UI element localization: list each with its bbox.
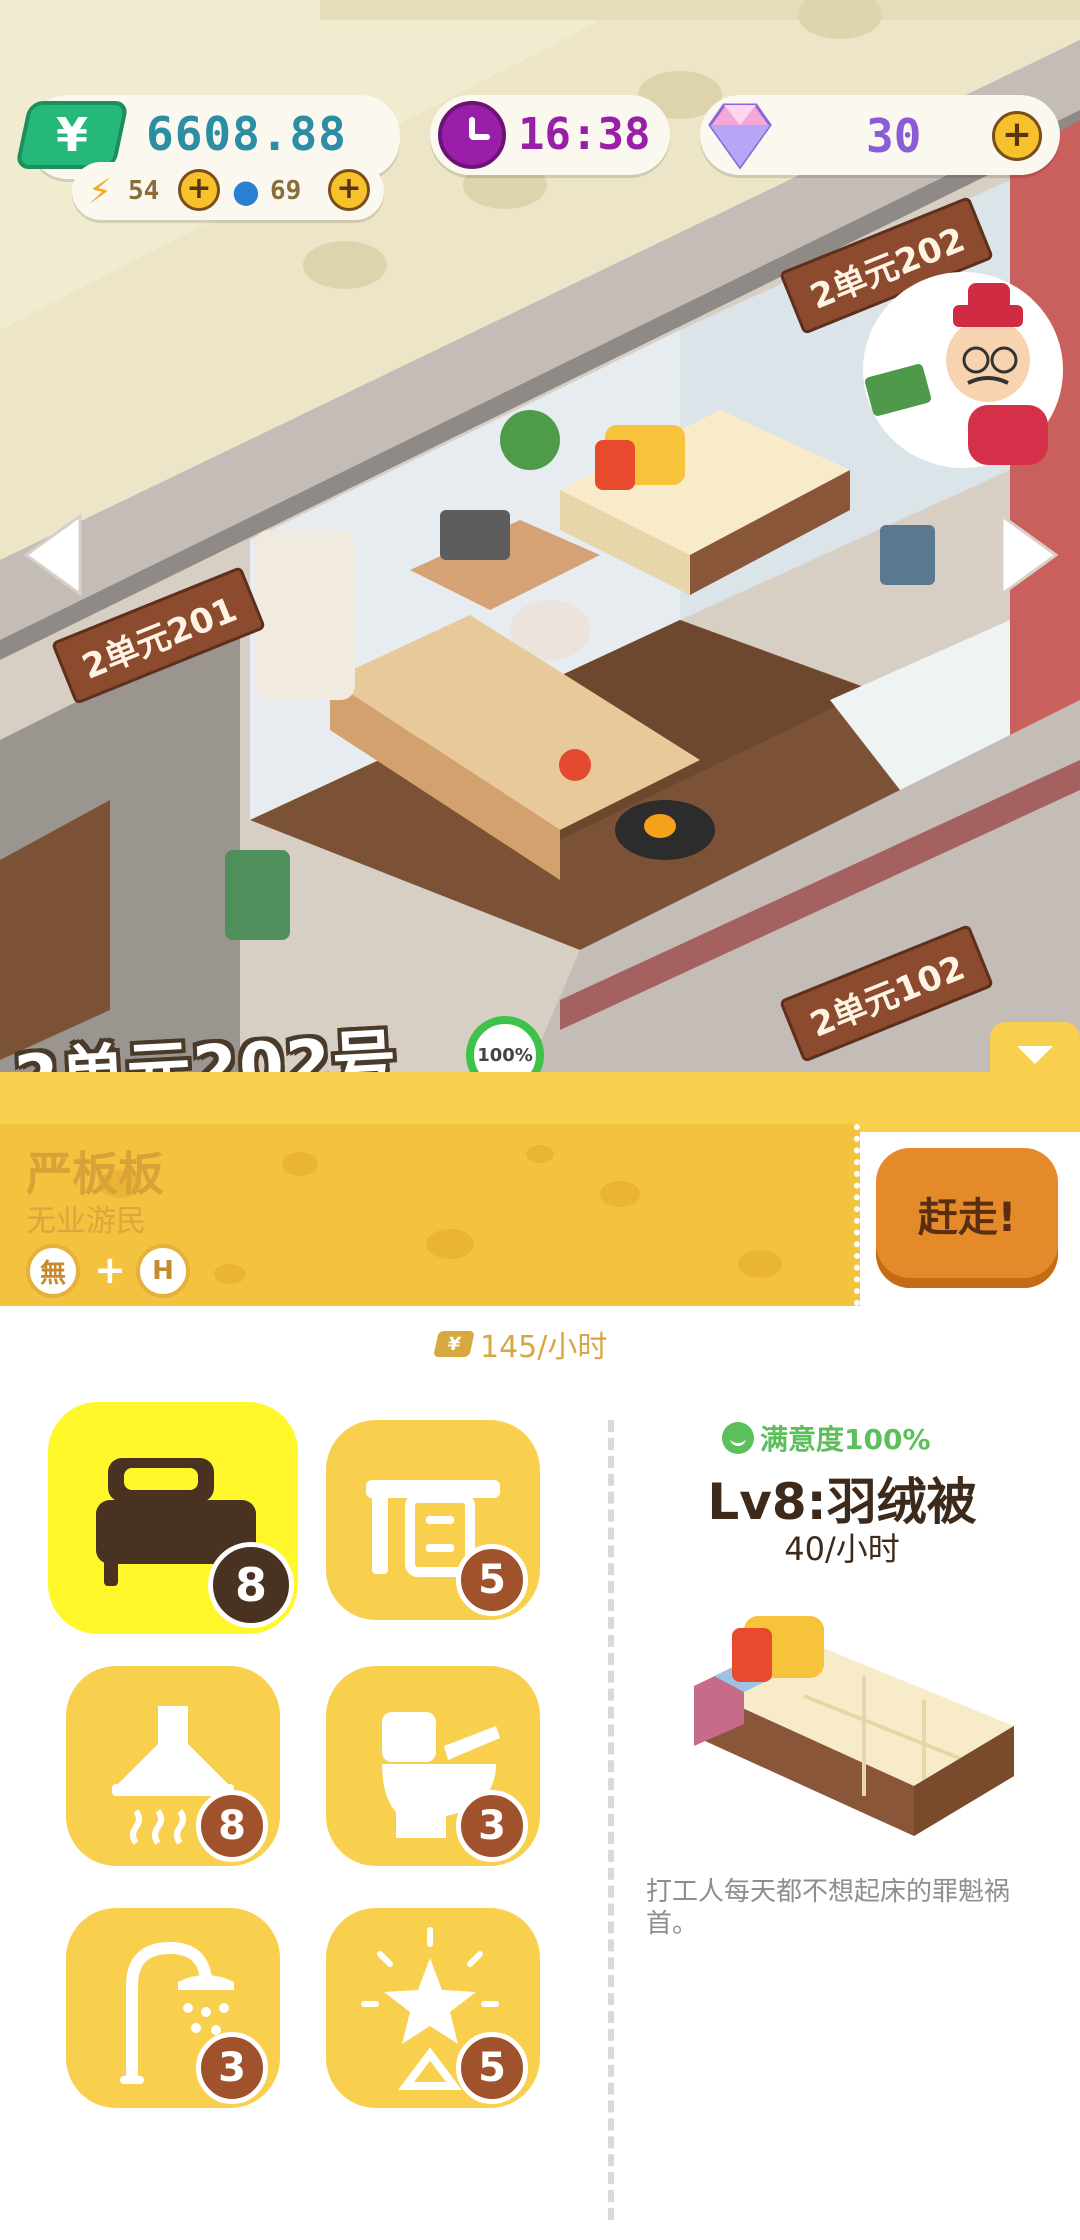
gem-display: 30 + (700, 95, 1060, 175)
water-drop-icon: ● (232, 172, 260, 210)
category-desk[interactable]: 5 (326, 1420, 540, 1620)
item-preview-image (694, 1616, 1014, 1836)
game-scene[interactable]: ¥ 6608.88 ⚡ 54 + ● 69 + 16:38 30 + 2单元20… (0, 0, 1080, 1090)
category-count: 8 (196, 1790, 268, 1862)
clock-display: 16:38 (430, 95, 670, 175)
collapse-panel-button[interactable] (990, 1022, 1080, 1092)
tenant-income: ¥ 145/小时 (433, 1322, 608, 1366)
trait-badge-h[interactable]: H (136, 1244, 190, 1298)
category-range-hood[interactable]: 8 (66, 1666, 280, 1866)
smile-icon (722, 1422, 754, 1454)
item-rate: 40/小时 (784, 1530, 900, 1568)
satisfaction-text: 满意度100% (760, 1423, 931, 1456)
resource-bar: ⚡ 54 + ● 69 + (72, 162, 384, 220)
energy-value: 54 (128, 176, 160, 206)
clock-value: 16:38 (518, 109, 651, 160)
clock-icon (438, 101, 506, 169)
category-count: 5 (456, 2032, 528, 2104)
add-gems-button[interactable]: + (992, 111, 1042, 161)
add-energy-button[interactable]: + (178, 169, 220, 211)
yen-icon: ¥ (433, 1331, 475, 1357)
category-count: 5 (456, 1544, 528, 1616)
tenant-name: 严板板 (26, 1147, 164, 1201)
water-value: 69 (270, 176, 302, 206)
landlord-avatar[interactable] (848, 265, 1068, 475)
category-count: 8 (208, 1542, 294, 1628)
add-water-button[interactable]: + (328, 169, 370, 211)
gem-value: 30 (866, 109, 922, 163)
category-bed[interactable]: 8 (48, 1402, 298, 1634)
panel-divider (608, 1420, 614, 2220)
category-shower[interactable]: 3 (66, 1908, 280, 2108)
tenant-card: 严板板 无业游民 無 + H (0, 1124, 860, 1306)
trait-badge-none[interactable]: 無 (26, 1244, 80, 1298)
tenant-band-header (0, 1072, 1080, 1132)
next-room-arrow-icon[interactable] (994, 510, 1064, 600)
money-value: 6608.88 (146, 107, 347, 161)
trait-plus-sign: + (94, 1248, 126, 1292)
income-rate: 145/小时 (480, 1330, 608, 1365)
lightning-icon: ⚡ (88, 172, 112, 212)
category-decor[interactable]: 5 (326, 1908, 540, 2108)
category-count: 3 (456, 1790, 528, 1862)
tenant-occupation: 无业游民 (26, 1204, 146, 1239)
satisfaction-indicator: 满意度100% (722, 1418, 931, 1458)
item-description: 打工人每天都不想起床的罪魁祸首。 (646, 1877, 1011, 1939)
previous-room-arrow-icon[interactable] (18, 510, 88, 600)
evict-button[interactable]: 赶走! (876, 1148, 1058, 1288)
category-toilet[interactable]: 3 (326, 1666, 540, 1866)
diamond-icon (708, 103, 772, 170)
money-icon: ¥ (14, 101, 130, 169)
category-count: 3 (196, 2032, 268, 2104)
